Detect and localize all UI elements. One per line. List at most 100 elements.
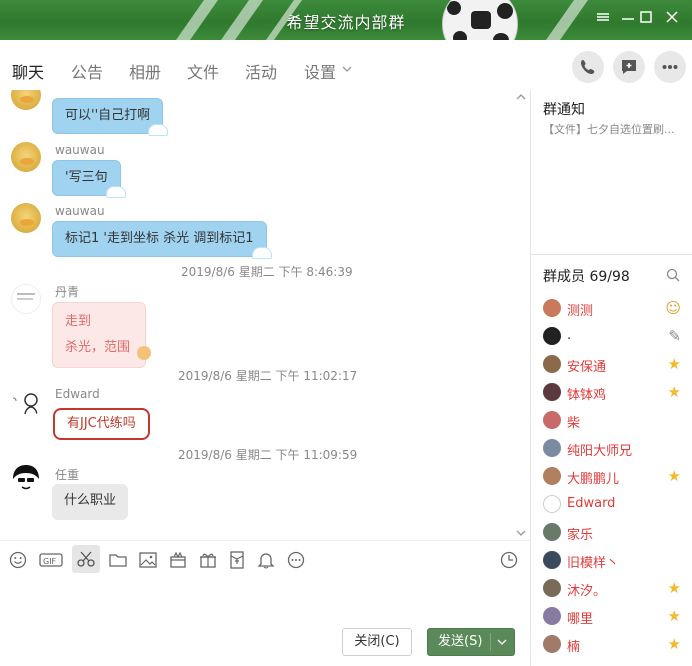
gif-button[interactable]: GIF — [39, 550, 63, 570]
maximize-icon[interactable] — [636, 10, 656, 30]
more-dots-icon — [287, 551, 305, 569]
history-clock-icon — [500, 551, 518, 569]
member-list-item[interactable]: 纯阳大师兄 — [543, 435, 692, 463]
message-bubble: 标记1 '走到坐标 杀光 调到标记1 — [52, 221, 272, 259]
timestamp: 2019/8/6 星期二 下午 11:02:17 — [178, 369, 358, 383]
member-avatar — [543, 439, 561, 457]
member-avatar — [543, 607, 561, 625]
member-name: 哪里 — [567, 612, 594, 627]
member-list-item[interactable]: 楠 ★ — [543, 631, 692, 659]
sender-name: Edward — [55, 387, 100, 401]
add-chat-button[interactable] — [613, 51, 645, 83]
star-icon: ★ — [667, 579, 681, 597]
timestamp: 2019/8/6 星期二 下午 11:09:59 — [178, 448, 358, 462]
star-icon: ★ — [667, 383, 681, 401]
image-button[interactable] — [138, 550, 158, 570]
tab-settings[interactable]: 设置 — [304, 59, 352, 83]
member-list-item[interactable]: 安保通 ★ — [543, 351, 692, 379]
avatar[interactable] — [11, 284, 41, 314]
tab-files[interactable]: 文件 — [187, 59, 219, 83]
add-chat-icon — [622, 60, 636, 74]
member-avatar — [543, 383, 561, 401]
chevron-down-icon[interactable] — [497, 638, 507, 646]
avatar[interactable] — [11, 90, 41, 110]
tab-activities[interactable]: 活动 — [245, 59, 277, 83]
tab-bar: 聊天 公告 相册 文件 活动 设置 — [0, 40, 692, 96]
emoji-icon — [9, 551, 27, 569]
close-button[interactable]: 关闭(C) — [342, 628, 412, 656]
group-notice-text[interactable]: 【文件】七夕自选位置刷... — [543, 121, 691, 137]
owner-icon: ☺ — [665, 299, 681, 317]
member-name: 家乐 — [567, 528, 594, 543]
member-list-item[interactable]: Edward — [543, 491, 692, 519]
member-avatar — [543, 467, 561, 485]
history-button[interactable] — [499, 550, 519, 570]
sender-name: wauwau — [55, 204, 105, 218]
member-list-item[interactable]: . ✎ — [543, 323, 692, 351]
more-tools-button[interactable] — [286, 550, 306, 570]
member-avatar — [543, 327, 561, 345]
member-list-item[interactable]: 沐汐。 ★ — [543, 575, 692, 603]
gift-icon — [200, 553, 216, 568]
scissors-button[interactable] — [72, 545, 100, 573]
member-list-item[interactable]: 柴 — [543, 407, 692, 435]
member-name: 沐汐。 — [567, 584, 607, 599]
member-name: 楠 — [567, 640, 581, 655]
avatar[interactable] — [11, 142, 41, 172]
folder-icon — [109, 554, 127, 567]
red-packet-button[interactable] — [227, 550, 247, 570]
avatar[interactable] — [11, 463, 41, 493]
search-icon[interactable] — [666, 268, 680, 282]
star-icon: ★ — [667, 635, 681, 653]
member-name: 纯阳大师兄 — [567, 444, 633, 459]
more-icon — [662, 65, 678, 69]
window-title: 希望交流内部群 — [286, 13, 406, 32]
more-button[interactable] — [654, 51, 686, 83]
tab-chat[interactable]: 聊天 — [12, 59, 44, 83]
edit-icon[interactable]: ✎ — [668, 327, 681, 345]
member-avatar — [543, 299, 561, 317]
scissors-icon — [77, 551, 95, 567]
member-list-item[interactable]: 大鹏鹏儿 ★ — [543, 463, 692, 491]
avatar[interactable] — [11, 388, 41, 418]
emoji-button[interactable] — [8, 550, 28, 570]
minimize-icon[interactable] — [618, 10, 638, 30]
sender-name: 丹青 — [55, 285, 80, 299]
scroll-up-icon[interactable] — [516, 93, 526, 101]
member-avatar — [543, 355, 561, 373]
tab-announcements[interactable]: 公告 — [71, 59, 103, 83]
star-icon: ★ — [667, 607, 681, 625]
gift-button[interactable] — [198, 550, 218, 570]
send-button-divider — [490, 633, 491, 651]
message-input-area[interactable]: GIF 关闭(C) 发送(S) — [0, 540, 530, 666]
phone-button[interactable] — [572, 51, 604, 83]
member-name: Edward — [567, 496, 616, 511]
sender-name: wauwau — [55, 143, 105, 157]
member-avatar — [543, 495, 561, 513]
member-list-item[interactable]: 测测 ☺ — [543, 295, 692, 323]
bell-icon — [257, 553, 275, 569]
group-notice-title: 群通知 — [543, 102, 585, 118]
member-name: 柴 — [567, 416, 581, 431]
scroll-down-icon[interactable] — [516, 529, 526, 537]
member-avatar — [543, 523, 561, 541]
chevron-down-icon — [342, 66, 352, 72]
bell-button[interactable] — [256, 550, 276, 570]
send-button[interactable]: 发送(S) — [427, 628, 515, 656]
close-icon[interactable] — [662, 10, 682, 30]
tab-album[interactable]: 相册 — [129, 59, 161, 83]
member-list-item[interactable]: 钵钵鸡 ★ — [543, 379, 692, 407]
svg-text:GIF: GIF — [43, 557, 57, 566]
gift-box-button[interactable] — [168, 550, 188, 570]
member-list-item[interactable]: 旧模样丶 — [543, 547, 692, 575]
phone-icon — [581, 60, 595, 74]
message-bubble: 可以''自己打啊 — [52, 98, 169, 136]
menu-icon[interactable] — [593, 10, 613, 30]
gif-icon: GIF — [39, 553, 63, 567]
member-list-item[interactable]: 哪里 ★ — [543, 603, 692, 631]
avatar[interactable] — [11, 203, 41, 233]
folder-button[interactable] — [108, 550, 128, 570]
chat-message-area[interactable]: 可以''自己打啊 wauwau '写三句 wauwau 标记1 '走到坐标 杀光… — [0, 90, 530, 540]
star-icon: ★ — [667, 467, 681, 485]
member-list-item[interactable]: 家乐 — [543, 519, 692, 547]
